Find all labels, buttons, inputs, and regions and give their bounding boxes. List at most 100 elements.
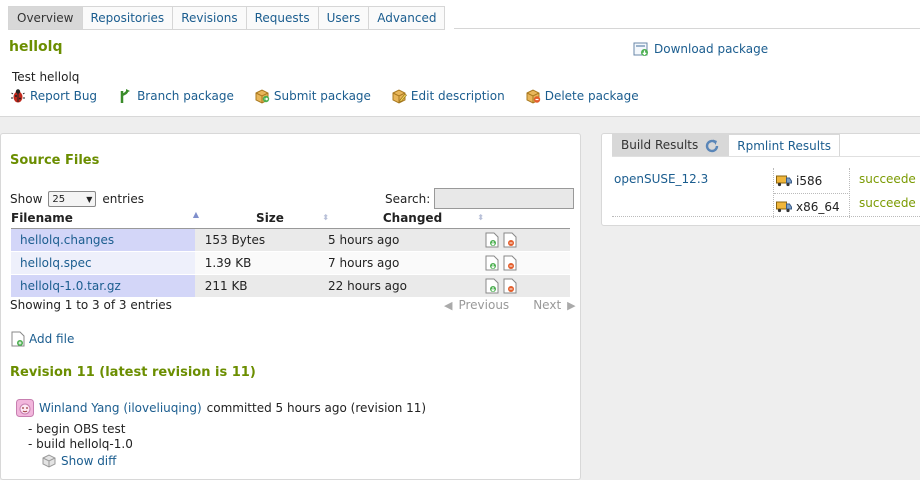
package-actions: Report Bug Branch package Submit package (10, 88, 659, 104)
arch-row-x86_64: x86_64 (776, 200, 840, 214)
report-bug-label: Report Bug (30, 89, 98, 103)
add-file-label: Add file (29, 332, 75, 346)
tab-build-results-label: Build Results (621, 138, 699, 152)
delete-package-label: Delete package (544, 89, 639, 103)
report-bug-link[interactable]: Report Bug (10, 88, 97, 104)
page-length-select[interactable]: 25 ▼ (48, 191, 97, 207)
build-status-link[interactable]: succeede (859, 196, 916, 210)
add-file-link[interactable]: Add file (11, 331, 74, 347)
main-tabs: Overview Repositories Revisions Requests… (8, 6, 446, 30)
filename-link[interactable]: hellolq.spec (20, 256, 92, 270)
tab-repositories[interactable]: Repositories (82, 6, 174, 30)
file-download-icon[interactable] (485, 255, 499, 271)
tab-revisions[interactable]: Revisions (173, 6, 247, 30)
column-size[interactable]: Size ⬍ (205, 211, 335, 225)
tab-rpmlint-results[interactable]: Rpmlint Results (729, 134, 841, 157)
page-length-control: Show 25 ▼ entries (10, 191, 144, 207)
column-filename[interactable]: Filename ▲ (11, 208, 205, 228)
repository-separator (612, 216, 920, 217)
previous-arrow-icon[interactable]: ◀ (444, 299, 452, 312)
filename-link[interactable]: hellolq-1.0.tar.gz (20, 279, 121, 293)
next-button[interactable]: Next (533, 298, 561, 312)
file-size: 211 KB (204, 279, 248, 293)
file-download-icon[interactable] (485, 278, 499, 294)
sort-both-icon: ⬍ (477, 213, 484, 222)
repository-link[interactable]: openSUSE_12.3 (614, 172, 708, 186)
edit-description-label: Edit description (410, 89, 505, 103)
edit-icon (392, 89, 407, 104)
next-arrow-icon[interactable]: ▶ (567, 299, 575, 312)
package-header: Overview Repositories Revisions Requests… (0, 0, 920, 117)
file-size: 153 Bytes (204, 233, 266, 247)
branch-package-label: Branch package (137, 89, 234, 103)
file-changed: 5 hours ago (328, 233, 400, 247)
column-changed-label: Changed (382, 211, 443, 225)
column-filename-label: Filename (11, 211, 73, 225)
submit-icon (255, 89, 270, 104)
commit-author-link[interactable]: Winland Yang (iloveliuqing) (39, 401, 202, 415)
build-tabs: Build Results Rpmlint Results (612, 134, 841, 157)
show-diff-label: Show diff (61, 454, 117, 468)
submit-package-label: Submit package (273, 89, 371, 103)
refresh-icon[interactable] (704, 138, 720, 154)
commit-message-line: - begin OBS test (28, 422, 126, 436)
filename-link[interactable]: hellolq.changes (20, 233, 114, 247)
submit-package-link[interactable]: Submit package (254, 88, 371, 104)
arch-label: x86_64 (796, 200, 840, 214)
entries-label: entries (102, 192, 144, 206)
source-files-title: Source Files (10, 153, 100, 168)
column-changed[interactable]: Changed ⬍ (335, 211, 490, 225)
file-changed: 7 hours ago (328, 256, 400, 270)
source-files-table: Filename ▲ Size ⬍ Changed ⬍ hellolq.chan… (11, 208, 570, 298)
revision-title: Revision 11 (latest revision is 11) (10, 365, 256, 380)
truck-icon (776, 201, 792, 213)
table-info: Showing 1 to 3 of 3 entries (10, 298, 172, 312)
source-files-panel: Source Files Show 25 ▼ entries Search: F… (0, 133, 581, 480)
package-description: Test hellolq (12, 70, 80, 84)
tab-overview[interactable]: Overview (8, 6, 83, 30)
sort-both-icon: ⬍ (322, 213, 329, 222)
file-download-icon[interactable] (485, 232, 499, 248)
package-title: hellolq (9, 39, 63, 55)
table-row: hellolq.changes 153 Bytes 5 hours ago (11, 229, 570, 252)
avatar-icon (16, 399, 34, 417)
download-icon (633, 42, 648, 56)
file-delete-icon[interactable] (503, 255, 517, 271)
previous-button[interactable]: Previous (458, 298, 509, 312)
edit-description-link[interactable]: Edit description (391, 88, 505, 104)
file-delete-icon[interactable] (503, 232, 517, 248)
table-search: Search: (385, 188, 575, 209)
branch-icon (120, 89, 131, 103)
column-size-label: Size (256, 211, 284, 225)
branch-package-link[interactable]: Branch package (117, 88, 234, 104)
tab-requests[interactable]: Requests (246, 6, 319, 30)
file-changed: 22 hours ago (328, 279, 407, 293)
sort-asc-icon: ▲ (192, 210, 199, 219)
tab-advanced[interactable]: Advanced (369, 6, 446, 30)
arch-row-i586: i586 (776, 174, 822, 188)
show-label: Show (10, 192, 43, 206)
search-label: Search: (385, 191, 431, 206)
truck-icon (776, 175, 792, 187)
page-length-value: 25 (52, 193, 66, 205)
arch-label: i586 (796, 174, 823, 188)
add-file-icon (11, 331, 25, 347)
download-package-label: Download package (654, 42, 769, 56)
tabs-divider (454, 28, 920, 29)
delete-icon (526, 89, 540, 104)
table-row: hellolq-1.0.tar.gz 211 KB 22 hours ago (11, 275, 570, 298)
chevron-down-icon: ▼ (86, 194, 93, 204)
commit-message-line: - build hellolq-1.0 (28, 437, 133, 451)
download-package-link[interactable]: Download package (633, 41, 768, 57)
tab-build-results[interactable]: Build Results (612, 134, 730, 157)
tab-users[interactable]: Users (318, 6, 370, 30)
build-results-panel: Build Results Rpmlint Results openSUSE_1… (601, 133, 920, 226)
delete-package-link[interactable]: Delete package (525, 88, 639, 104)
table-header: Filename ▲ Size ⬍ Changed ⬍ (11, 208, 570, 229)
build-status-link[interactable]: succeede (859, 172, 916, 186)
commit-info: Winland Yang (iloveliuqing) committed 5 … (16, 399, 426, 417)
file-delete-icon[interactable] (503, 278, 517, 294)
show-diff-link[interactable]: Show diff (41, 454, 116, 468)
search-input[interactable] (434, 188, 575, 209)
commit-text: committed 5 hours ago (revision 11) (206, 401, 427, 415)
